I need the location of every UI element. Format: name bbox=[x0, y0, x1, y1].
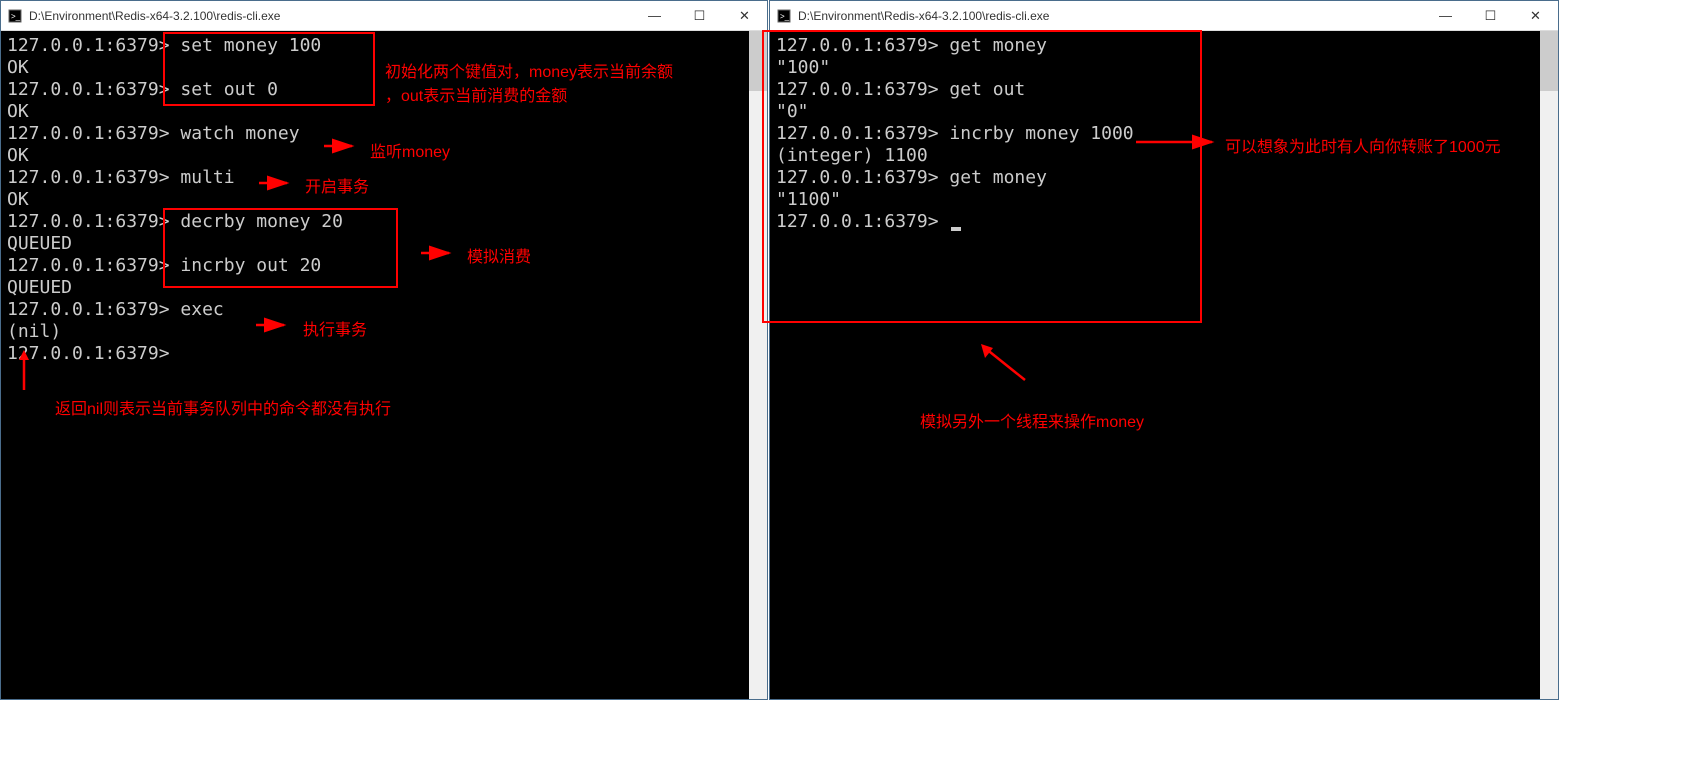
scrollbar-right[interactable] bbox=[1540, 31, 1558, 699]
window-controls: — ☐ ✕ bbox=[632, 1, 767, 30]
terminal-line: 127.0.0.1:6379> incrby out 20 bbox=[7, 255, 763, 277]
terminal-line: 127.0.0.1:6379> exec bbox=[7, 299, 763, 321]
terminal-line: 127.0.0.1:6379> set money 100 bbox=[7, 35, 763, 57]
terminal-line: 127.0.0.1:6379> bbox=[776, 211, 1554, 233]
minimize-button[interactable]: — bbox=[1423, 1, 1468, 30]
terminal-line: "1100" bbox=[776, 189, 1554, 211]
terminal-line: 127.0.0.1:6379> bbox=[7, 343, 763, 365]
svg-text:>_: >_ bbox=[780, 12, 790, 21]
terminal-line: OK bbox=[7, 189, 763, 211]
terminal-line: OK bbox=[7, 57, 763, 79]
window-title: D:\Environment\Redis-x64-3.2.100\redis-c… bbox=[29, 9, 632, 23]
scrollbar-thumb[interactable] bbox=[749, 31, 767, 91]
terminal-body-left[interactable]: 127.0.0.1:6379> set money 100 OK 127.0.0… bbox=[1, 31, 767, 699]
maximize-button[interactable]: ☐ bbox=[1468, 1, 1513, 30]
app-icon: >_ bbox=[776, 8, 792, 24]
window-title: D:\Environment\Redis-x64-3.2.100\redis-c… bbox=[798, 9, 1423, 23]
terminal-line: "0" bbox=[776, 101, 1554, 123]
terminal-line: 127.0.0.1:6379> set out 0 bbox=[7, 79, 763, 101]
terminal-line: 127.0.0.1:6379> get money bbox=[776, 167, 1554, 189]
close-button[interactable]: ✕ bbox=[722, 1, 767, 30]
terminal-line: QUEUED bbox=[7, 233, 763, 255]
window-controls: — ☐ ✕ bbox=[1423, 1, 1558, 30]
terminal-window-left: >_ D:\Environment\Redis-x64-3.2.100\redi… bbox=[0, 0, 768, 700]
svg-text:>_: >_ bbox=[11, 12, 21, 21]
maximize-button[interactable]: ☐ bbox=[677, 1, 722, 30]
terminal-line: 127.0.0.1:6379> incrby money 1000 bbox=[776, 123, 1554, 145]
titlebar-left[interactable]: >_ D:\Environment\Redis-x64-3.2.100\redi… bbox=[1, 1, 767, 31]
titlebar-right[interactable]: >_ D:\Environment\Redis-x64-3.2.100\redi… bbox=[770, 1, 1558, 31]
terminal-line: OK bbox=[7, 145, 763, 167]
terminal-line: OK bbox=[7, 101, 763, 123]
terminal-line: QUEUED bbox=[7, 277, 763, 299]
terminal-window-right: >_ D:\Environment\Redis-x64-3.2.100\redi… bbox=[769, 0, 1559, 700]
terminal-line: 127.0.0.1:6379> decrby money 20 bbox=[7, 211, 763, 233]
terminal-line: 127.0.0.1:6379> multi bbox=[7, 167, 763, 189]
prompt-text: 127.0.0.1:6379> bbox=[776, 211, 949, 232]
terminal-body-right[interactable]: 127.0.0.1:6379> get money "100" 127.0.0.… bbox=[770, 31, 1558, 699]
scrollbar-left[interactable] bbox=[749, 31, 767, 699]
cursor bbox=[951, 227, 961, 231]
terminal-line: 127.0.0.1:6379> get out bbox=[776, 79, 1554, 101]
close-button[interactable]: ✕ bbox=[1513, 1, 1558, 30]
terminal-line: 127.0.0.1:6379> watch money bbox=[7, 123, 763, 145]
app-icon: >_ bbox=[7, 8, 23, 24]
terminal-line: (nil) bbox=[7, 321, 763, 343]
terminal-line: (integer) 1100 bbox=[776, 145, 1554, 167]
scrollbar-thumb[interactable] bbox=[1540, 31, 1558, 91]
terminal-line: "100" bbox=[776, 57, 1554, 79]
terminal-line: 127.0.0.1:6379> get money bbox=[776, 35, 1554, 57]
minimize-button[interactable]: — bbox=[632, 1, 677, 30]
